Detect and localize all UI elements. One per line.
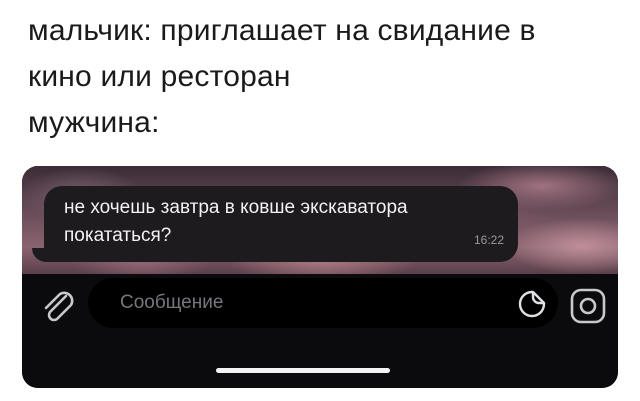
message-text-line: покататься? [64,225,172,246]
message-text-line: не хочешь завтра в ковше экскаватора [64,197,408,218]
message-input-placeholder: Сообщение [120,292,224,313]
incoming-message-bubble[interactable]: не хочешь завтра в ковше экскаватора пок… [44,186,518,262]
message-input-bar: Сообщение [22,274,618,388]
caption-line: кино или ресторан [28,60,291,93]
message-timestamp: 16:22 [473,233,504,247]
caption-line: мальчик: приглашает на свидание в [28,14,536,47]
chat-screenshot: не хочешь завтра в ковше экскаватора пок… [22,166,618,388]
message-input[interactable]: Сообщение [88,278,558,328]
camera-icon[interactable] [568,286,608,326]
meme-caption: мальчик: приглашает на свидание в кино и… [28,8,618,146]
sticker-icon[interactable] [516,288,548,320]
paperclip-icon[interactable] [36,284,80,328]
home-indicator [216,368,390,373]
caption-line: мужчина: [28,106,160,139]
